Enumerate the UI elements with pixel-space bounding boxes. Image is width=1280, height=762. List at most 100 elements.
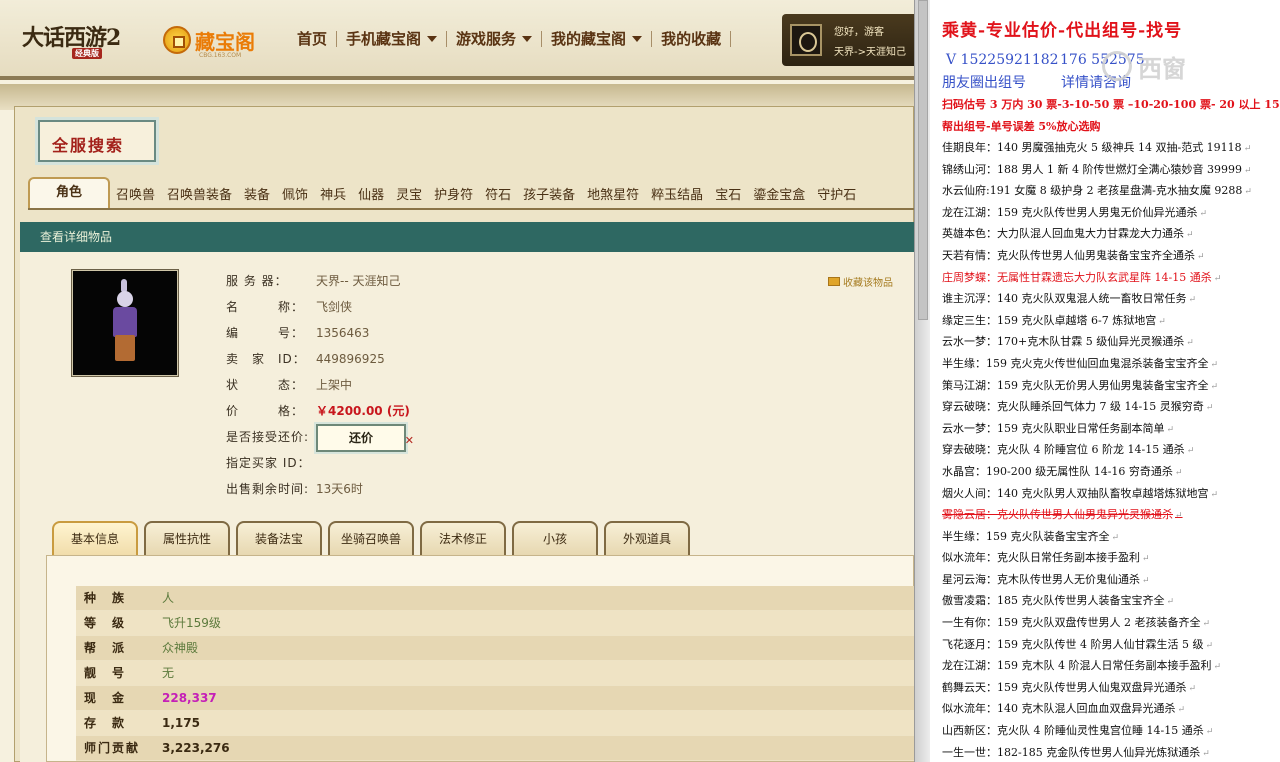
list-item: 水晶宫：190-200 级无属性队 14-16 穷奇通杀 ↵ bbox=[942, 461, 1280, 483]
portrait-body bbox=[113, 307, 137, 337]
tab-child-equip[interactable]: 孩子装备 bbox=[517, 183, 581, 209]
list-item-text: 策马江湖：159 克火队无价男人男仙男鬼装备宝宝齐全 bbox=[942, 378, 1209, 392]
paragraph-mark-icon: ↵ bbox=[1188, 295, 1197, 306]
paragraph-mark-icon: ↵ bbox=[1188, 683, 1197, 694]
field-price: 价 格： ￥4200.00 (元) bbox=[226, 400, 410, 426]
list-item-text: 龙在江湖：159 克木队 4 阶混人日常任务副本接手盈利 bbox=[942, 659, 1212, 673]
list-item-text: 水云仙府:191 女魔 8 级护身 2 老孩星盘满-克水抽女魔 9288 bbox=[942, 184, 1243, 198]
site-logo[interactable]: 藏宝阁 CBG.163.COM bbox=[163, 22, 255, 59]
friends-note: 朋友圈出组号 bbox=[942, 75, 1026, 91]
list-item-text: 半生缘：159 克火克火传世仙回血鬼混杀装备宝宝齐全 bbox=[942, 356, 1209, 370]
row-key: 帮 派 bbox=[84, 641, 127, 655]
row-key: 存 款 bbox=[84, 716, 127, 730]
list-item: 雾隐云居：克火队传世男人仙男鬼异光灵猴通杀 ↵ bbox=[942, 504, 1280, 526]
list-item-text: 龙在江湖：159 克火队传世男人男鬼无价仙异光通杀 bbox=[942, 205, 1198, 219]
character-portrait bbox=[72, 270, 178, 376]
phone-number: V 15225921182 bbox=[946, 52, 1059, 68]
info-table: 种 族 人 等 级 飞升159级 帮 派 众神殿 靓 号 无 现 金 228,337 存 … bbox=[76, 586, 914, 761]
tab-gem[interactable]: 宝石 bbox=[709, 183, 747, 209]
list-item-text: 穿去破晓：克火队 4 阶睡宫位 6 阶龙 14-15 通杀 bbox=[942, 443, 1185, 457]
field-value: 天界-- 天涯知己 bbox=[316, 274, 401, 288]
table-row: 靓 号无 bbox=[76, 661, 914, 686]
nav-label: 我的藏宝阁 bbox=[551, 30, 627, 48]
list-item: 云水一梦：159 克火队职业日常任务副本简单 ↵ bbox=[942, 418, 1280, 440]
list-item: 烟火人间：140 克火队男人双抽队畜牧卓越塔炼狱地宫 ↵ bbox=[942, 483, 1280, 505]
nav-home[interactable]: 首页 bbox=[288, 28, 336, 49]
list-item: 半生缘：159 克火克火传世仙回血鬼混杀装备宝宝齐全 ↵ bbox=[942, 353, 1280, 375]
nav-my-cbg[interactable]: 我的藏宝阁 bbox=[542, 28, 651, 49]
scrollbar-thumb[interactable] bbox=[918, 0, 928, 320]
list-item: 穿云破晓：克火队睡杀回气体力 7 级 14-15 灵猴穷奇 ↵ bbox=[942, 396, 1280, 418]
paragraph-mark-icon: ↵ bbox=[1174, 467, 1183, 478]
tab-rune-stone[interactable]: 符石 bbox=[479, 183, 517, 209]
vertical-scrollbar[interactable] bbox=[914, 0, 930, 762]
subtab-appearance[interactable]: 外观道具 bbox=[604, 521, 690, 555]
group-note: 帮出组号-单号误差 5%放心选购 bbox=[942, 120, 1101, 133]
tab-role[interactable]: 角色 bbox=[28, 177, 110, 209]
list-item: 天若有情：克火队传世男人仙男鬼装备宝宝齐全通杀 ↵ bbox=[942, 245, 1280, 267]
game-logo-sub: 经典版 bbox=[72, 48, 102, 59]
subtab-children[interactable]: 小孩 bbox=[512, 521, 598, 555]
site-header: 大话西游2 经典版 藏宝阁 CBG.163.COM 首页 手机藏宝阁 游戏服务 我… bbox=[0, 0, 914, 80]
paragraph-mark-icon: ↵ bbox=[1244, 187, 1252, 198]
tab-spirit-treasure[interactable]: 灵宝 bbox=[390, 183, 428, 209]
paragraph-mark-icon: ↵ bbox=[1199, 208, 1208, 219]
nav-label: 我的收藏 bbox=[661, 30, 722, 48]
table-row: 帮 派 众神殿 bbox=[76, 636, 914, 661]
subtab-mounts-pets[interactable]: 坐骑召唤兽 bbox=[328, 521, 414, 555]
tab-equip[interactable]: 装备 bbox=[238, 183, 276, 209]
list-item-text: 傲雪凌霜：185 克火队传世男人装备宝宝齐全 bbox=[942, 594, 1165, 608]
field-label: 价 格： bbox=[226, 404, 305, 418]
tab-accessory[interactable]: 佩饰 bbox=[276, 183, 314, 209]
field-value: 1356463 bbox=[316, 326, 370, 340]
list-item: 傲雪凌霜：185 克火队传世男人装备宝宝齐全 ↵ bbox=[942, 590, 1280, 612]
tab-gold-box[interactable]: 鎏金宝盒 bbox=[747, 183, 811, 209]
list-item-text: 水晶宫：190-200 级无属性队 14-16 穷奇通杀 bbox=[942, 464, 1173, 478]
nav-mobile-cbg[interactable]: 手机藏宝阁 bbox=[337, 28, 446, 49]
list-item-text: 一生一世：182-185 克金队传世男人仙异光炼狱通杀 bbox=[942, 745, 1201, 759]
paragraph-mark-icon: ↵ bbox=[1142, 554, 1150, 565]
tab-jade-crystal[interactable]: 粹玉结晶 bbox=[645, 183, 709, 209]
game-logo[interactable]: 大话西游2 经典版 bbox=[22, 20, 140, 60]
tab-pet-equip[interactable]: 召唤兽装备 bbox=[161, 183, 238, 209]
list-item: 飞花逐月：159 克火队传世 4 阶男人仙甘霖生活 5 级 ↵ bbox=[942, 634, 1280, 656]
subtab-equipment[interactable]: 装备法宝 bbox=[236, 521, 322, 555]
tab-immortal-gear[interactable]: 仙器 bbox=[352, 183, 390, 209]
chevron-down-icon bbox=[427, 35, 438, 42]
subtab-attributes[interactable]: 属性抗性 bbox=[144, 521, 230, 555]
row-value: 1,175 bbox=[162, 716, 200, 730]
list-item: 星河云海：克木队传世男人无价鬼仙通杀 ↵ bbox=[942, 569, 1280, 591]
bargain-button[interactable]: 还价 bbox=[316, 424, 414, 453]
field-value: 13天6时 bbox=[316, 482, 363, 496]
overlay-text-panel: 乘黄-专业估价-代出组号-找号 V 15225921182 176 552575… bbox=[930, 0, 1280, 762]
user-greeting: 您好，游客 bbox=[834, 27, 884, 38]
tabs-underline bbox=[28, 208, 914, 210]
tab-divine-weapon[interactable]: 神兵 bbox=[314, 183, 352, 209]
paragraph-mark-icon: ↵ bbox=[1213, 662, 1222, 673]
tab-star-talisman[interactable]: 地煞星符 bbox=[581, 183, 645, 209]
avatar bbox=[790, 24, 822, 56]
subtab-spell-mods[interactable]: 法术修正 bbox=[420, 521, 506, 555]
subtab-basic-info[interactable]: 基本信息 bbox=[52, 521, 138, 555]
nav-my-favorites[interactable]: 我的收藏 bbox=[652, 28, 730, 49]
paragraph-mark-icon: ↵ bbox=[1186, 446, 1195, 457]
paragraph-mark-icon: ↵ bbox=[1210, 489, 1219, 500]
paragraph-mark-icon: ↵ bbox=[1111, 532, 1120, 543]
site-logo-text: 藏宝阁 bbox=[195, 29, 255, 54]
tab-amulet[interactable]: 护身符 bbox=[428, 183, 479, 209]
user-box[interactable]: 您好，游客 天界->天涯知己 bbox=[782, 14, 914, 66]
tab-pet[interactable]: 召唤兽 bbox=[110, 183, 161, 209]
nav-game-service[interactable]: 游戏服务 bbox=[447, 28, 541, 49]
field-name: 名 称： 飞剑侠 bbox=[226, 296, 410, 322]
tab-guardian-stone[interactable]: 守护石 bbox=[811, 183, 862, 209]
list-item: 谁主沉浮：140 克火队双鬼混人统一畜牧日常任务 ↵ bbox=[942, 288, 1280, 310]
list-item-text: 雾隐云居：克火队传世男人仙男鬼异光灵猴通杀 bbox=[942, 508, 1173, 522]
table-row: 师门贡献 3,223,276 bbox=[76, 736, 914, 761]
paragraph-mark-icon: ↵ bbox=[1205, 727, 1214, 738]
favorite-link[interactable]: 收藏该物品 bbox=[828, 274, 893, 289]
search-badge-text: 全服搜索 bbox=[52, 136, 125, 155]
list-item-text: 穿云破晓：克火队睡杀回气体力 7 级 14-15 灵猴穷奇 bbox=[942, 400, 1204, 414]
list-item: 似水流年：克火队日常任务副本接手盈利 ↵ bbox=[942, 547, 1280, 569]
list-item-text: 似水流年：140 克木队混人回血血双盘异光通杀 bbox=[942, 702, 1176, 716]
field-label: 出售剩余时间: bbox=[226, 482, 310, 496]
